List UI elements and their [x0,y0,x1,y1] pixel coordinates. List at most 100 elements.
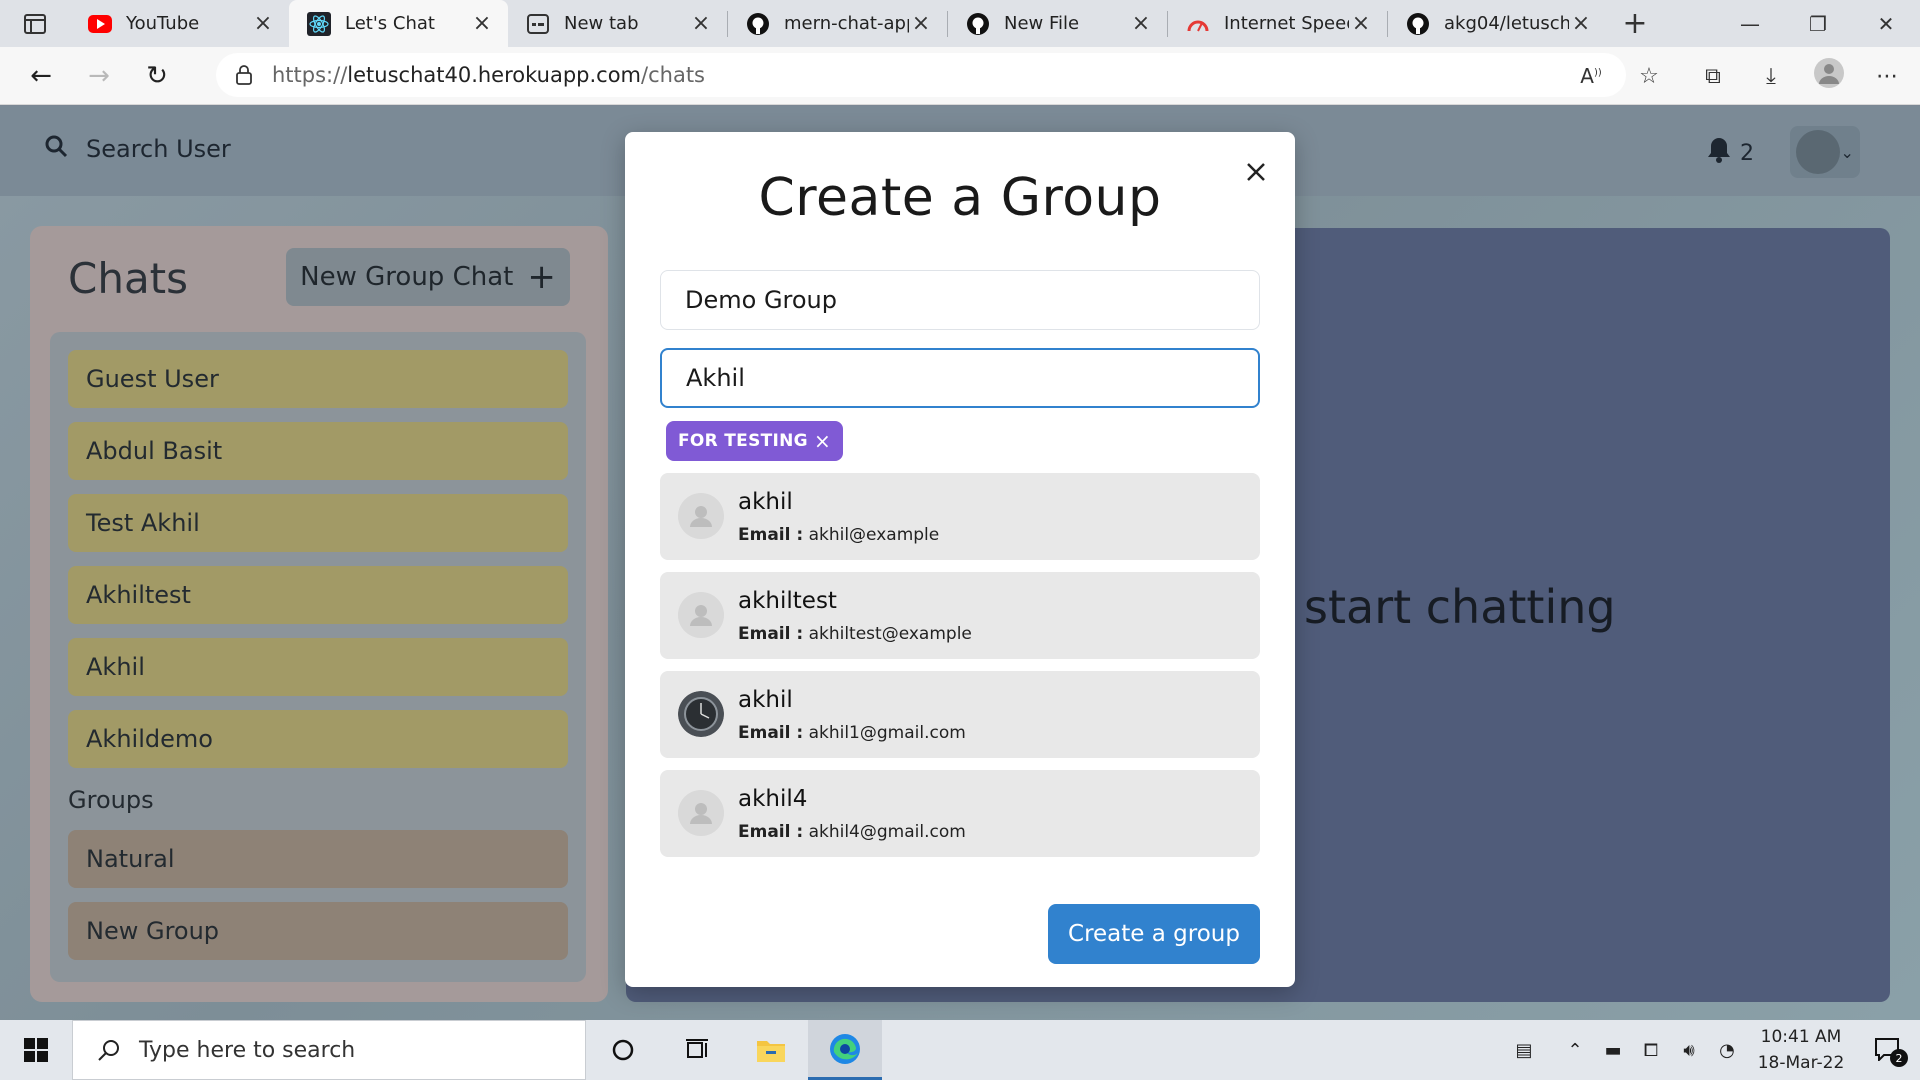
lock-icon [216,65,272,85]
show-hidden-icons-button[interactable]: ⌃ [1556,1040,1594,1061]
task-view-icon [686,1039,708,1058]
taskbar-search-box[interactable]: Type here to search [72,1020,586,1080]
email-label: Email : [738,624,804,644]
my-chats-panel: Chats New Group Chat + Guest User Abdul … [30,226,608,1002]
restore-button[interactable]: ❐ [1784,0,1852,47]
notification-icon: 2 [1874,1037,1908,1067]
speed-icon [1186,12,1210,36]
url-host: letuschat40.herokuapp.com [347,63,642,87]
tab-actions-button[interactable] [0,0,70,47]
group-item[interactable]: Natural [68,830,568,888]
extensions-button[interactable]: ⧉ [1684,64,1742,89]
clock-time: 10:41 AM [1760,1027,1842,1047]
profile-menu-button[interactable]: ⌄ [1790,126,1860,178]
back-button[interactable]: ← [12,47,70,105]
user-result-item[interactable]: akhiltest Email : akhiltest@example [660,572,1260,659]
favorites-add-button[interactable]: ☆ [1620,64,1678,89]
restore-icon: ❐ [1809,11,1827,36]
notifications-button[interactable]: 2 [1706,136,1754,170]
browser-tab-internet-speed[interactable]: Internet Speed × [1168,0,1387,47]
react-icon [307,11,331,36]
edge-browser-button[interactable] [808,1020,882,1080]
chat-item[interactable]: Guest User [68,350,568,408]
address-bar[interactable]: https://letuschat40.herokuapp.com/chats [216,53,1626,97]
minimize-button[interactable]: — [1716,0,1784,47]
notification-count: 2 [1740,140,1754,166]
close-tab-icon[interactable]: × [1349,11,1373,36]
search-user-button[interactable]: Search User [44,134,231,164]
chat-item[interactable]: Akhiltest [68,566,568,624]
tag-label: FOR TESTING [678,431,808,451]
group-name-input[interactable] [660,270,1260,330]
downloads-button[interactable]: ⤓ [1742,64,1800,89]
task-view-button[interactable] [660,1020,734,1080]
close-tab-icon[interactable]: × [470,11,494,36]
notification-badge: 2 [1890,1049,1908,1067]
close-window-button[interactable]: ✕ [1852,0,1920,47]
forward-button[interactable]: → [70,47,128,105]
newtab-icon [526,12,550,36]
user-email: Email : akhil4@gmail.com [738,822,966,842]
chat-item[interactable]: Akhildemo [68,710,568,768]
chevron-up-icon: ⌃ [1567,1039,1583,1061]
back-arrow-icon: ← [30,60,52,91]
browser-tab-akg04[interactable]: akg04/letuscha × [1388,0,1607,47]
modal-title: Create a Group [758,168,1162,228]
settings-menu-button[interactable]: ⋯ [1858,64,1916,89]
chat-item[interactable]: Akhil [68,638,568,696]
new-group-chat-button[interactable]: New Group Chat + [286,248,570,306]
start-button[interactable] [0,1020,72,1080]
user-result-item[interactable]: akhil4 Email : akhil4@gmail.com [660,770,1260,857]
plus-icon: + [527,257,556,297]
modal-close-button[interactable] [1238,154,1274,190]
email-value: akhil4@gmail.com [808,822,966,842]
news-widget-button[interactable]: ▤ [1492,1040,1556,1061]
watch-avatar-icon [678,691,724,737]
browser-tab-new-tab[interactable]: New tab × [508,0,727,47]
plus-icon: + [1622,6,1648,41]
profile-avatar-icon [1813,57,1845,95]
email-label: Email : [738,525,804,545]
search-icon [44,134,68,164]
selected-user-tag[interactable]: FOR TESTING × [666,421,843,461]
close-tab-icon[interactable]: × [909,11,933,36]
puzzle-icon: ⧉ [1705,63,1721,89]
close-tab-icon[interactable]: × [1129,11,1153,36]
clock[interactable]: 10:41 AM 18-Mar-22 [1746,1024,1856,1076]
profile-button[interactable] [1800,57,1858,95]
browser-tab-new-file[interactable]: New File × [948,0,1167,47]
close-tab-icon[interactable]: × [251,11,275,36]
add-users-input[interactable] [660,348,1260,408]
close-tab-icon[interactable]: × [1569,11,1593,36]
read-aloud-button[interactable]: A)) [1562,64,1620,88]
create-group-button[interactable]: Create a group [1048,904,1260,964]
minimize-icon: — [1740,11,1760,36]
browser-tab-youtube[interactable]: YouTube × [70,0,289,47]
default-avatar-icon [678,592,724,638]
tab-label: mern-chat-app [784,13,909,34]
cortana-button[interactable] [586,1020,660,1080]
chat-list: Guest User Abdul Basit Test Akhil Akhilt… [50,332,586,982]
browser-tab-lets-chat[interactable]: Let's Chat × [289,0,508,47]
file-explorer-button[interactable] [734,1020,808,1080]
close-tab-icon[interactable]: × [689,11,713,36]
battery-button[interactable]: ▬ [1594,1040,1632,1061]
volume-button[interactable]: 🔊︎ [1670,1040,1708,1061]
email-value: akhil@example [808,525,940,545]
network-button[interactable]: ◔ [1708,1040,1746,1061]
remove-tag-icon[interactable]: × [814,429,831,453]
group-item[interactable]: New Group [68,902,568,960]
browser-tab-mern-chat-app[interactable]: mern-chat-app × [728,0,947,47]
youtube-icon [88,12,112,36]
tab-label: New tab [564,13,639,34]
github-icon [746,12,770,36]
user-result-item[interactable]: akhil Email : akhil@example [660,473,1260,560]
meet-now-button[interactable]: ⧠ [1632,1040,1670,1061]
refresh-button[interactable]: ↻ [128,47,186,105]
user-name: akhil4 [738,786,808,812]
chat-item[interactable]: Abdul Basit [68,422,568,480]
new-tab-button[interactable]: + [1607,0,1663,47]
action-center-button[interactable]: 2 [1856,1037,1920,1067]
chat-item[interactable]: Test Akhil [68,494,568,552]
user-result-item[interactable]: akhil Email : akhil1@gmail.com [660,671,1260,758]
